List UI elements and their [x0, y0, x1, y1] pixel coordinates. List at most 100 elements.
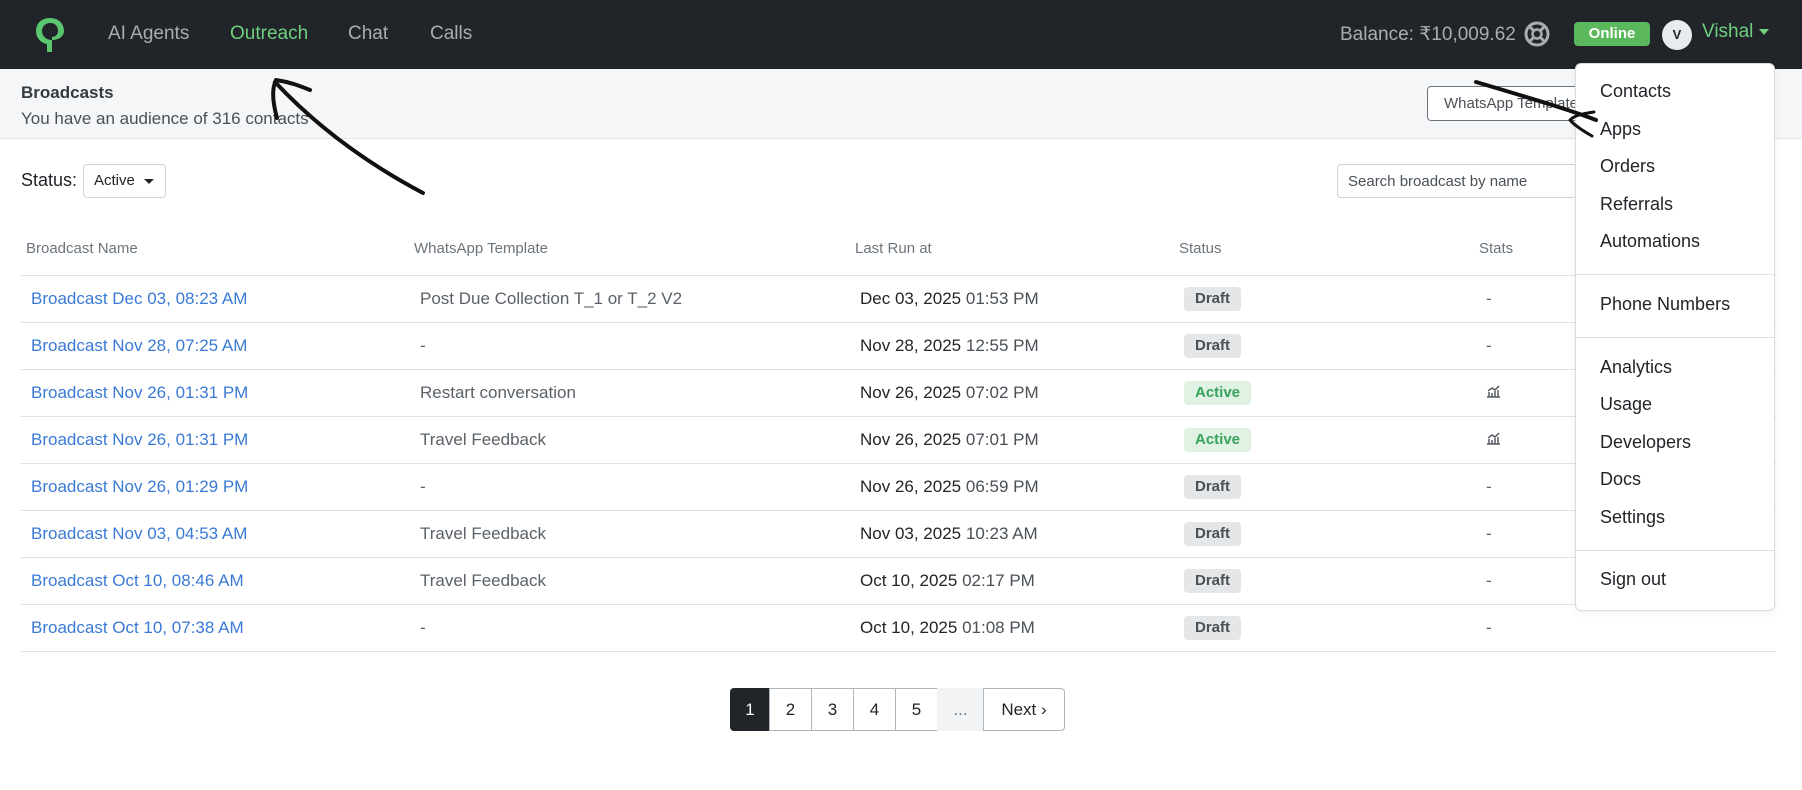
last-run-at: Nov 26, 2025 07:01 PM	[860, 430, 1039, 450]
stats-chart-icon[interactable]	[1486, 432, 1501, 445]
last-run-date: Oct 10, 2025	[860, 571, 958, 590]
nav-outreach[interactable]: Outreach	[230, 23, 308, 45]
status-filter-select[interactable]: Active	[83, 164, 166, 198]
status-badge: Draft	[1184, 616, 1242, 640]
menu-apps[interactable]: Apps	[1600, 119, 1641, 140]
page-ellipsis: ...	[937, 688, 984, 731]
menu-referrals[interactable]: Referrals	[1600, 194, 1673, 215]
menu-divider	[1576, 550, 1774, 551]
status-badge: Active	[1184, 428, 1252, 452]
logo-icon[interactable]	[34, 16, 66, 54]
col-status: Status	[1179, 240, 1222, 257]
search-broadcast-input[interactable]	[1337, 164, 1577, 198]
page-5[interactable]: 5	[895, 688, 938, 731]
template-name: Restart conversation	[420, 383, 576, 402]
menu-analytics[interactable]: Analytics	[1600, 357, 1672, 378]
last-run-at: Dec 03, 2025 01:53 PM	[860, 289, 1039, 309]
menu-orders[interactable]: Orders	[1600, 156, 1655, 177]
template-name: Travel Feedback	[420, 571, 546, 590]
last-run-time: 07:01 PM	[965, 430, 1039, 449]
stats-value: -	[1486, 336, 1492, 355]
status-badge: Active	[1184, 381, 1252, 405]
last-run-at: Oct 10, 2025 01:08 PM	[860, 618, 1035, 638]
broadcast-name-link[interactable]: Broadcast Nov 26, 01:31 PM	[31, 383, 248, 403]
avatar[interactable]: V	[1662, 20, 1692, 50]
broadcast-name-link[interactable]: Broadcast Oct 10, 07:38 AM	[31, 618, 244, 638]
user-dropdown-menu: Contacts Apps Orders Referrals Automatio…	[1575, 63, 1775, 611]
help-lifebuoy-icon[interactable]	[1524, 21, 1550, 47]
menu-phone-numbers[interactable]: Phone Numbers	[1600, 294, 1730, 315]
template-name: -	[420, 477, 426, 496]
last-run-at: Nov 03, 2025 10:23 AM	[860, 524, 1038, 544]
balance-text: Balance: ₹10,009.62	[1340, 24, 1516, 45]
status-badge: Draft	[1184, 569, 1242, 593]
last-run-date: Nov 26, 2025	[860, 383, 962, 402]
status-filter-label: Status:	[21, 170, 78, 190]
menu-sign-out[interactable]: Sign out	[1600, 569, 1666, 590]
broadcast-name-link[interactable]: Broadcast Nov 03, 04:53 AM	[31, 524, 247, 544]
template-name: Travel Feedback	[420, 524, 546, 543]
page-4[interactable]: 4	[853, 688, 896, 731]
last-run-at: Nov 26, 2025 06:59 PM	[860, 477, 1039, 497]
broadcast-name-link[interactable]: Broadcast Dec 03, 08:23 AM	[31, 289, 247, 309]
stats-chart-icon[interactable]	[1486, 385, 1501, 398]
menu-contacts[interactable]: Contacts	[1600, 81, 1671, 102]
table-row: Broadcast Nov 03, 04:53 AM Travel Feedbac…	[21, 511, 1776, 558]
col-whatsapp-template: WhatsApp Template	[414, 240, 548, 257]
table-row: Broadcast Dec 03, 08:23 AM Post Due Colle…	[21, 276, 1776, 323]
last-run-time: 02:17 PM	[962, 571, 1035, 590]
page-title: Broadcasts	[21, 83, 114, 102]
nav-calls[interactable]: Calls	[430, 23, 472, 45]
menu-divider	[1576, 274, 1774, 275]
table-row: Broadcast Oct 10, 08:46 AM Travel Feedbac…	[21, 558, 1776, 605]
status-badge: Draft	[1184, 522, 1242, 546]
last-run-time: 07:02 PM	[965, 383, 1039, 402]
table-row: Broadcast Nov 26, 01:31 PM Restart conver…	[21, 370, 1776, 417]
last-run-at: Nov 28, 2025 12:55 PM	[860, 336, 1039, 356]
stats-value: -	[1486, 618, 1492, 637]
stats-value: -	[1486, 524, 1492, 543]
status-badge: Draft	[1184, 287, 1242, 311]
broadcast-table: Broadcast Name WhatsApp Template Last Ru…	[21, 228, 1776, 652]
last-run-time: 10:23 AM	[965, 524, 1038, 543]
stats-value: -	[1486, 571, 1492, 590]
page-2[interactable]: 2	[769, 688, 812, 731]
broadcast-name-link[interactable]: Broadcast Nov 26, 01:31 PM	[31, 430, 248, 450]
online-status-badge[interactable]: Online	[1574, 22, 1650, 46]
template-name: -	[420, 336, 426, 355]
menu-settings[interactable]: Settings	[1600, 507, 1665, 528]
broadcast-name-link[interactable]: Broadcast Oct 10, 08:46 AM	[31, 571, 244, 591]
menu-automations[interactable]: Automations	[1600, 231, 1700, 252]
last-run-at: Oct 10, 2025 02:17 PM	[860, 571, 1035, 591]
audience-count-text: You have an audience of 316 contacts	[21, 109, 309, 128]
last-run-time: 01:53 PM	[965, 289, 1039, 308]
last-run-date: Nov 26, 2025	[860, 477, 962, 496]
status-badge: Draft	[1184, 475, 1242, 499]
last-run-date: Nov 26, 2025	[860, 430, 962, 449]
last-run-date: Nov 03, 2025	[860, 524, 962, 543]
menu-docs[interactable]: Docs	[1600, 469, 1641, 490]
whatsapp-templates-button[interactable]: WhatsApp Templates	[1427, 86, 1587, 121]
page-3[interactable]: 3	[811, 688, 854, 731]
stats-value: -	[1486, 289, 1492, 308]
menu-usage[interactable]: Usage	[1600, 394, 1652, 415]
col-stats: Stats	[1479, 240, 1514, 257]
page-1[interactable]: 1	[730, 688, 770, 731]
status-badge: Draft	[1184, 334, 1242, 358]
next-page-button[interactable]: Next ›	[983, 688, 1065, 731]
menu-developers[interactable]: Developers	[1600, 432, 1691, 453]
nav-chat[interactable]: Chat	[348, 23, 388, 45]
last-run-time: 12:55 PM	[965, 336, 1039, 355]
last-run-time: 06:59 PM	[965, 477, 1039, 496]
last-run-time: 01:08 PM	[962, 618, 1035, 637]
table-row: Broadcast Oct 10, 07:38 AM - Oct 10, 2025 …	[21, 605, 1776, 652]
broadcast-name-link[interactable]: Broadcast Nov 28, 07:25 AM	[31, 336, 247, 356]
template-name: Post Due Collection T_1 or T_2 V2	[420, 289, 683, 308]
nav-ai-agents[interactable]: AI Agents	[108, 23, 189, 45]
table-row: Broadcast Nov 26, 01:29 PM - Nov 26, 2025 …	[21, 464, 1776, 511]
col-broadcast-name: Broadcast Name	[26, 240, 138, 257]
broadcast-name-link[interactable]: Broadcast Nov 26, 01:29 PM	[31, 477, 248, 497]
menu-divider	[1576, 337, 1774, 338]
user-menu-toggle[interactable]: Vishal	[1702, 21, 1769, 43]
col-last-run: Last Run at	[855, 240, 932, 257]
